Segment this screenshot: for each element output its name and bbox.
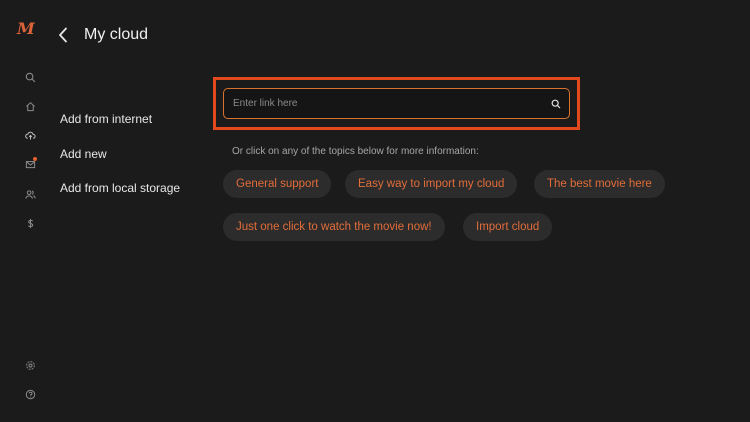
mail-icon[interactable] [24,157,37,170]
page-header: My cloud [58,22,148,48]
home-icon[interactable] [24,100,36,112]
search-icon[interactable] [24,71,36,83]
cloud-upload-icon[interactable] [24,129,36,141]
dollar-icon[interactable] [24,217,36,229]
topic-chip[interactable]: Import cloud [463,213,553,241]
sidebar-rail: M [0,0,50,422]
menu-item-add-from-local-storage[interactable]: Add from local storage [60,181,180,195]
menu-item-add-from-internet[interactable]: Add from internet [60,112,152,126]
page-title: My cloud [84,26,149,43]
back-button[interactable] [58,25,74,45]
search-icon [551,99,561,108]
chevron-left-icon [59,27,67,43]
topic-chip[interactable]: The best movie here [534,170,665,198]
topics-hint: Or click on any of the topics below for … [232,146,479,157]
topic-chip[interactable]: Easy way to import my cloud [345,170,518,198]
help-icon[interactable] [24,388,36,400]
notification-dot [33,157,37,161]
users-icon[interactable] [24,188,36,200]
app-logo: M [17,19,35,38]
search-button[interactable] [543,89,569,118]
link-search-box [223,88,570,119]
settings-icon[interactable] [24,359,36,371]
link-input[interactable] [224,89,543,118]
menu-item-add-new[interactable]: Add new [60,147,107,161]
topic-chip[interactable]: General support [223,170,332,198]
topic-chip[interactable]: Just one click to watch the movie now! [223,213,445,241]
